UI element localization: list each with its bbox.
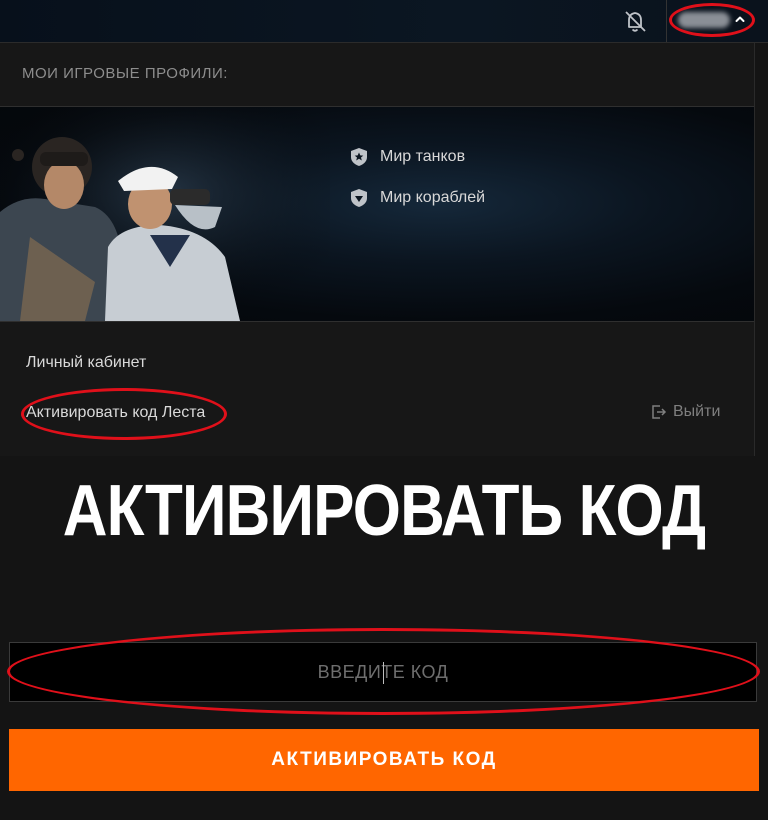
username-blurred: •••••• bbox=[678, 12, 730, 28]
page-title: АКТИВИРОВАТЬ КОД bbox=[62, 471, 706, 551]
bell-off-icon bbox=[625, 11, 646, 32]
characters-illustration bbox=[0, 107, 330, 321]
tank-shield-icon bbox=[351, 148, 367, 166]
game-label: Мир кораблей bbox=[380, 189, 486, 206]
game-item-tanks[interactable]: Мир танков bbox=[350, 147, 465, 167]
game-label: Мир танков bbox=[380, 148, 466, 165]
text-cursor bbox=[383, 662, 384, 684]
game-profiles-banner: Мир танков Мир кораблей bbox=[0, 107, 754, 322]
logout-icon bbox=[652, 405, 667, 419]
activate-code-button[interactable]: АКТИВИРОВАТЬ КОД bbox=[9, 729, 759, 791]
ship-anchor-icon bbox=[351, 189, 367, 207]
personal-account-link[interactable]: Личный кабинет bbox=[26, 354, 146, 372]
game-item-ships[interactable]: Мир кораблей bbox=[350, 188, 485, 208]
chevron-up-icon bbox=[735, 16, 745, 22]
top-bar: •••••• bbox=[0, 0, 768, 43]
topbar-divider bbox=[666, 0, 667, 42]
activate-code-link[interactable]: Активировать код Леста bbox=[26, 404, 205, 422]
notifications-button[interactable] bbox=[618, 6, 652, 36]
profile-dropdown: МОИ ИГРОВЫЕ ПРОФИЛИ: Мир танков Мир кора… bbox=[0, 43, 755, 456]
logout-link[interactable]: Выйти bbox=[651, 403, 720, 421]
logout-label: Выйти bbox=[673, 403, 721, 420]
user-menu-button[interactable]: •••••• bbox=[670, 5, 754, 35]
panel-title: МОИ ИГРОВЫЕ ПРОФИЛИ: bbox=[22, 65, 228, 82]
